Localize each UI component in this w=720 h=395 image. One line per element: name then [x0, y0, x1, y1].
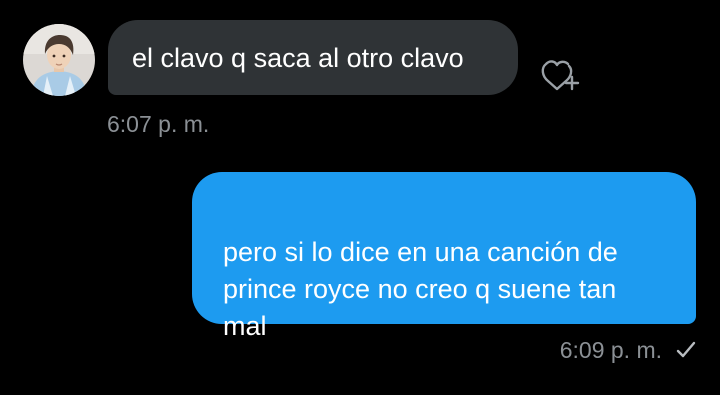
- heart-plus-icon: [541, 60, 580, 91]
- check-icon: [676, 341, 696, 359]
- outgoing-message-text: pero si lo dice en una canción de prince…: [223, 237, 618, 341]
- incoming-message-time: 6:07 p. m.: [107, 111, 210, 137]
- outgoing-message-time: 6:09 p. m.: [559, 336, 662, 363]
- like-button[interactable]: [538, 50, 582, 94]
- avatar[interactable]: [23, 24, 95, 96]
- avatar-photo: [23, 24, 95, 96]
- incoming-message-bubble[interactable]: el clavo q saca al otro clavo: [108, 20, 518, 95]
- outgoing-message-meta: 6:09 p. m.: [560, 335, 696, 365]
- outgoing-message-bubble[interactable]: pero si lo dice en una canción de prince…: [192, 172, 696, 341]
- incoming-message-text: el clavo q saca al otro clavo: [132, 42, 464, 73]
